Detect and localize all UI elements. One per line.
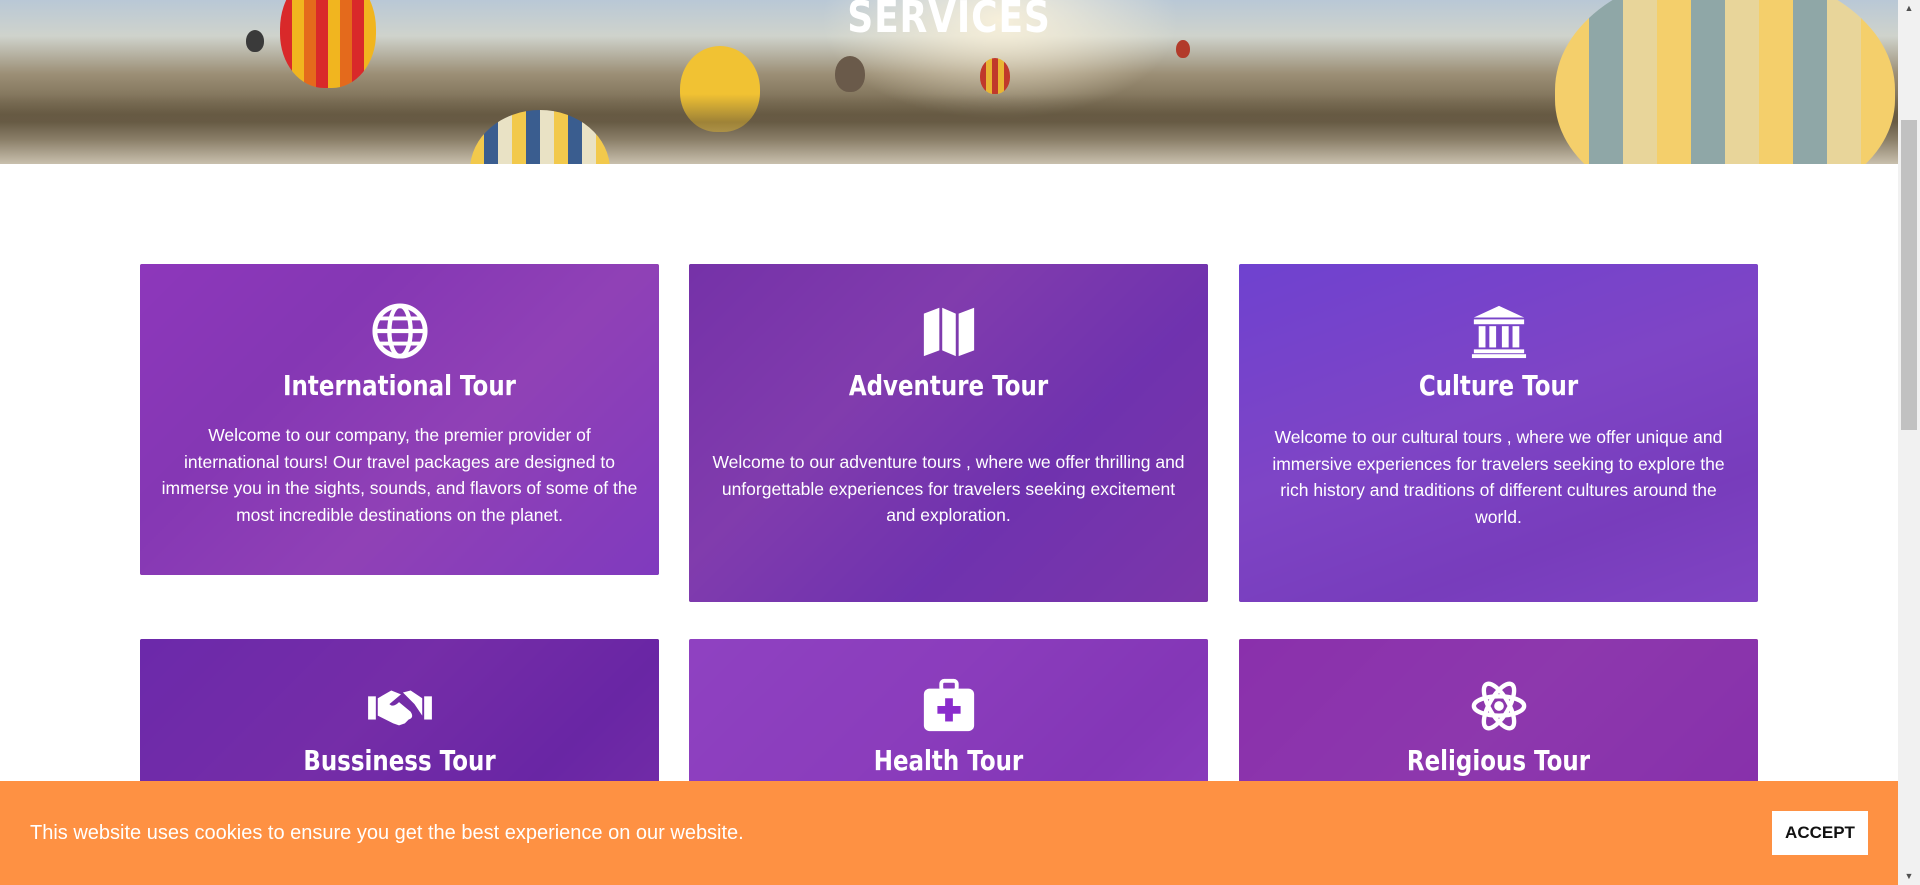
cookie-banner: This website uses cookies to ensure you … [0,781,1898,885]
service-description: Welcome to our company, the premier prov… [161,425,638,525]
balloon-image [835,56,865,92]
service-title: International Tour [283,369,516,402]
service-card-adventure[interactable]: Adventure Tour Welcome to our adventure … [689,264,1208,602]
page-title: SERVICES [847,0,1051,43]
service-description: Welcome to our cultural tours , where we… [1272,427,1725,527]
map-icon [923,307,974,357]
service-title: Bussiness Tour [303,744,496,777]
landmark-icon [1471,305,1526,359]
medkit-icon [923,678,974,732]
service-title: Health Tour [873,744,1024,777]
service-title: Adventure Tour [848,369,1049,402]
atom-icon [1471,681,1526,731]
balloon-image [980,58,1010,94]
cookie-message: This website uses cookies to ensure you … [30,822,744,844]
page-scrollbar[interactable]: ▲ ▼ [1898,0,1920,885]
globe-icon [371,303,428,359]
scroll-down-arrow-icon[interactable]: ▼ [1898,868,1920,885]
service-card-culture[interactable]: Culture Tour Welcome to our cultural tou… [1239,264,1758,602]
scrollbar-thumb[interactable] [1901,120,1917,430]
service-title: Culture Tour [1418,369,1579,402]
accept-cookies-button[interactable]: ACCEPT [1772,811,1868,855]
handshake-icon [367,690,432,726]
hero-banner: SERVICES [0,0,1898,164]
scroll-up-arrow-icon[interactable]: ▲ [1898,0,1920,17]
service-description: Welcome to our adventure tours , where w… [712,452,1185,525]
service-title: Religious Tour [1406,744,1591,777]
service-card-international[interactable]: International Tour Welcome to our compan… [140,264,659,575]
